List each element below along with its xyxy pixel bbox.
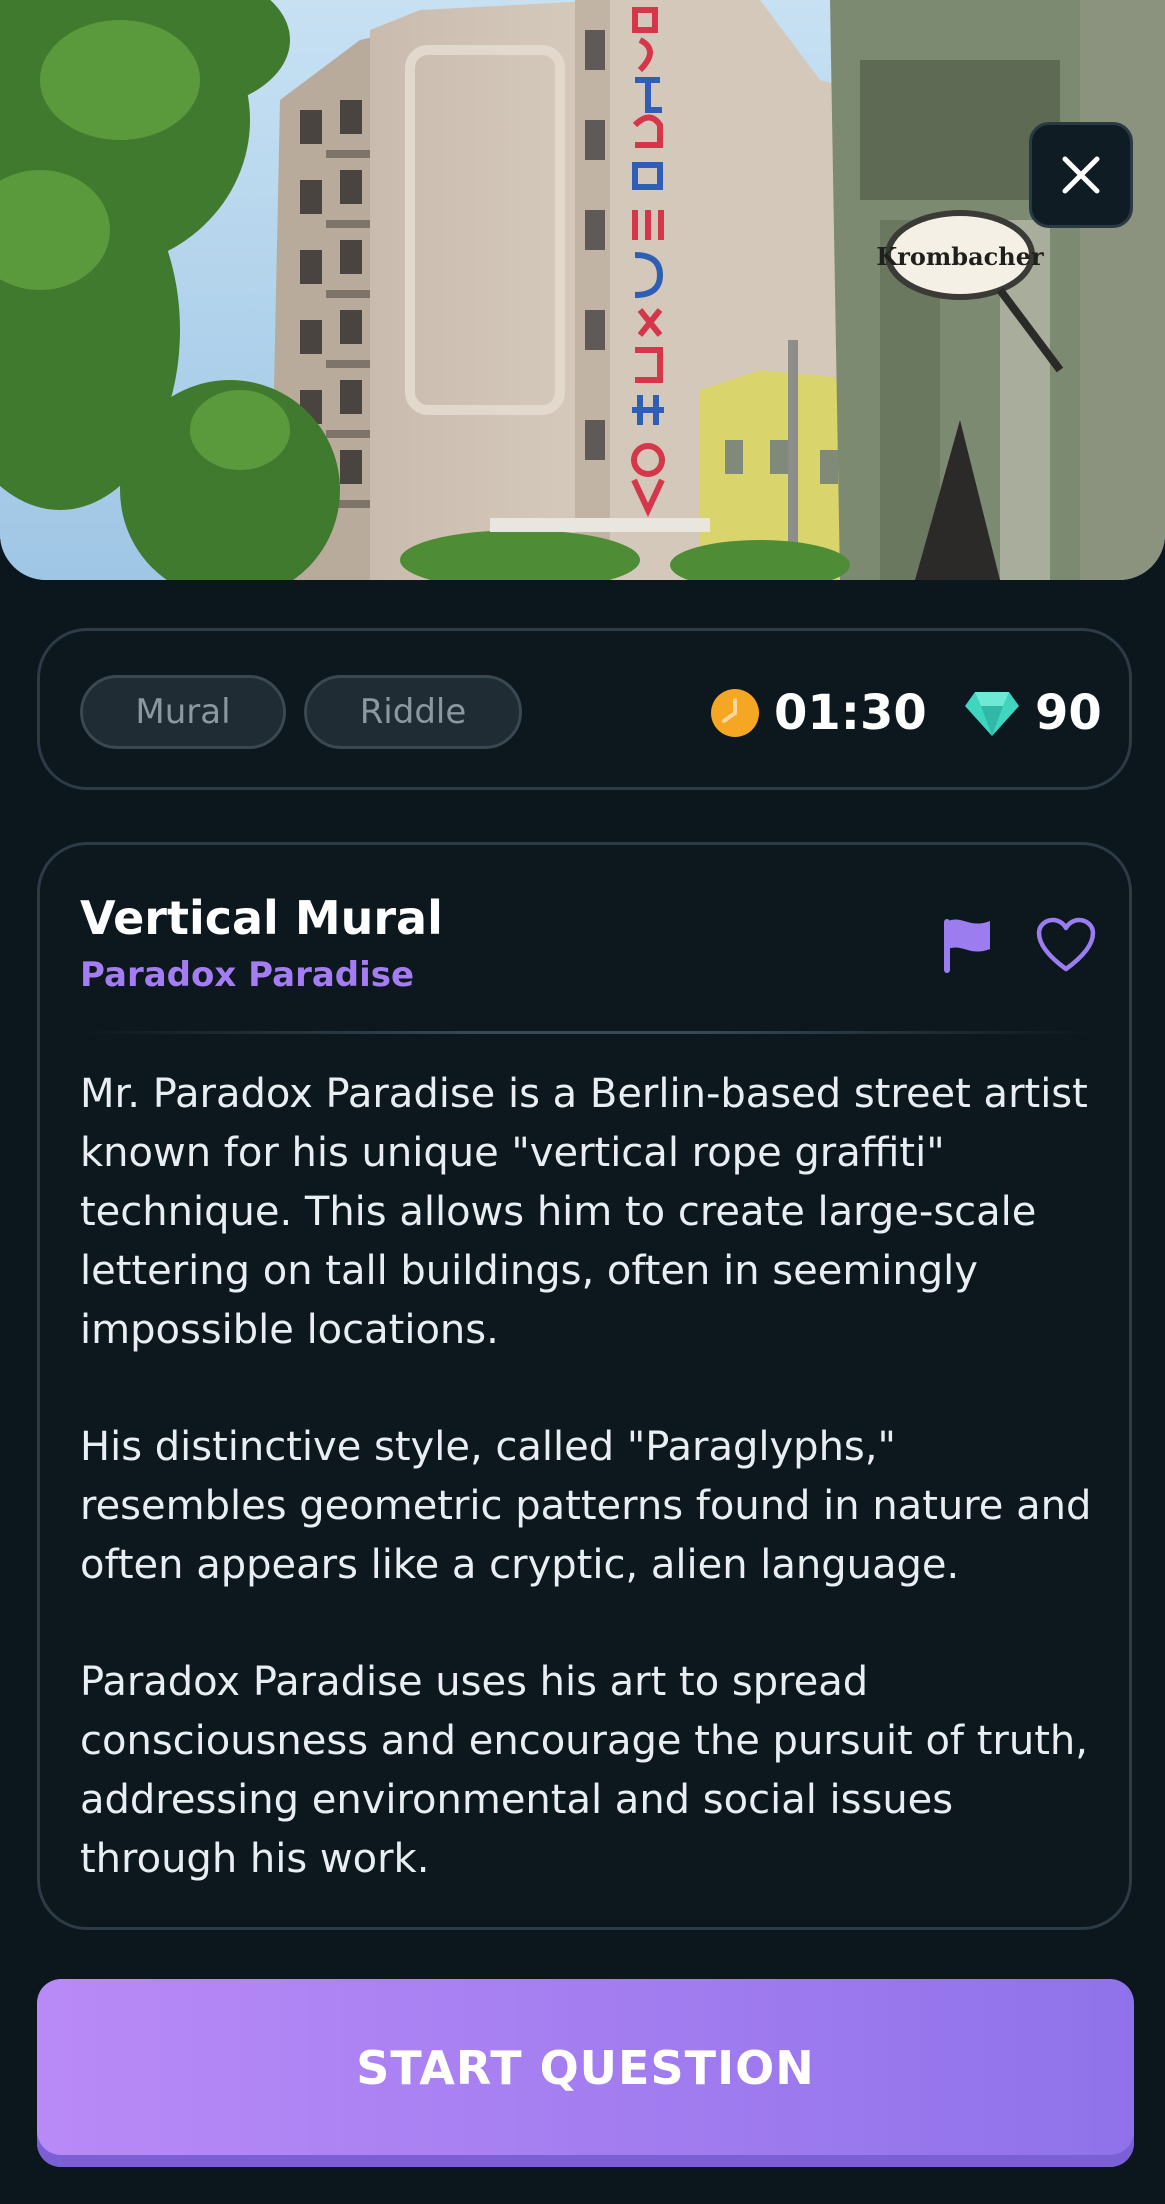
report-flag-button[interactable] [940,915,996,975]
description-card: Vertical Mural Paradox Paradise Mr. Para… [37,842,1132,1930]
quest-meta-card: Mural Riddle 01:30 90 [37,628,1132,790]
flag-icon [944,919,990,973]
description-paragraph: Mr. Paradox Paradise is a Berlin-based s… [80,1071,1088,1353]
quest-title: Vertical Mural [80,891,443,945]
gem-reward: 90 [965,683,1102,743]
gem-value: 90 [1035,685,1102,741]
hero-image: Krombacher [0,0,1165,580]
street-scene-photo: Krombacher [0,0,1165,580]
heart-icon [1036,917,1096,972]
close-icon [1062,156,1100,194]
description-paragraph: Paradox Paradise uses his art to spread … [80,1659,1088,1882]
description-paragraph: His distinctive style, called "Paraglyph… [80,1424,1092,1588]
tag-chip-riddle[interactable]: Riddle [304,675,522,749]
divider [80,1031,1095,1034]
favorite-button[interactable] [1036,917,1096,973]
artist-name[interactable]: Paradox Paradise [80,955,414,995]
timer-value: 01:30 [774,685,927,741]
tag-chip-mural[interactable]: Mural [80,675,286,749]
close-button[interactable] [1029,122,1133,228]
krombacher-sign: Krombacher [876,242,1044,271]
clock-icon [711,689,759,737]
start-question-label: START QUESTION [356,2041,815,2095]
timer: 01:30 [710,683,927,743]
start-question-button[interactable]: START QUESTION [37,1979,1134,2167]
diamond-icon [965,692,1019,736]
description-text: Mr. Paradox Paradise is a Berlin-based s… [80,1065,1110,1889]
